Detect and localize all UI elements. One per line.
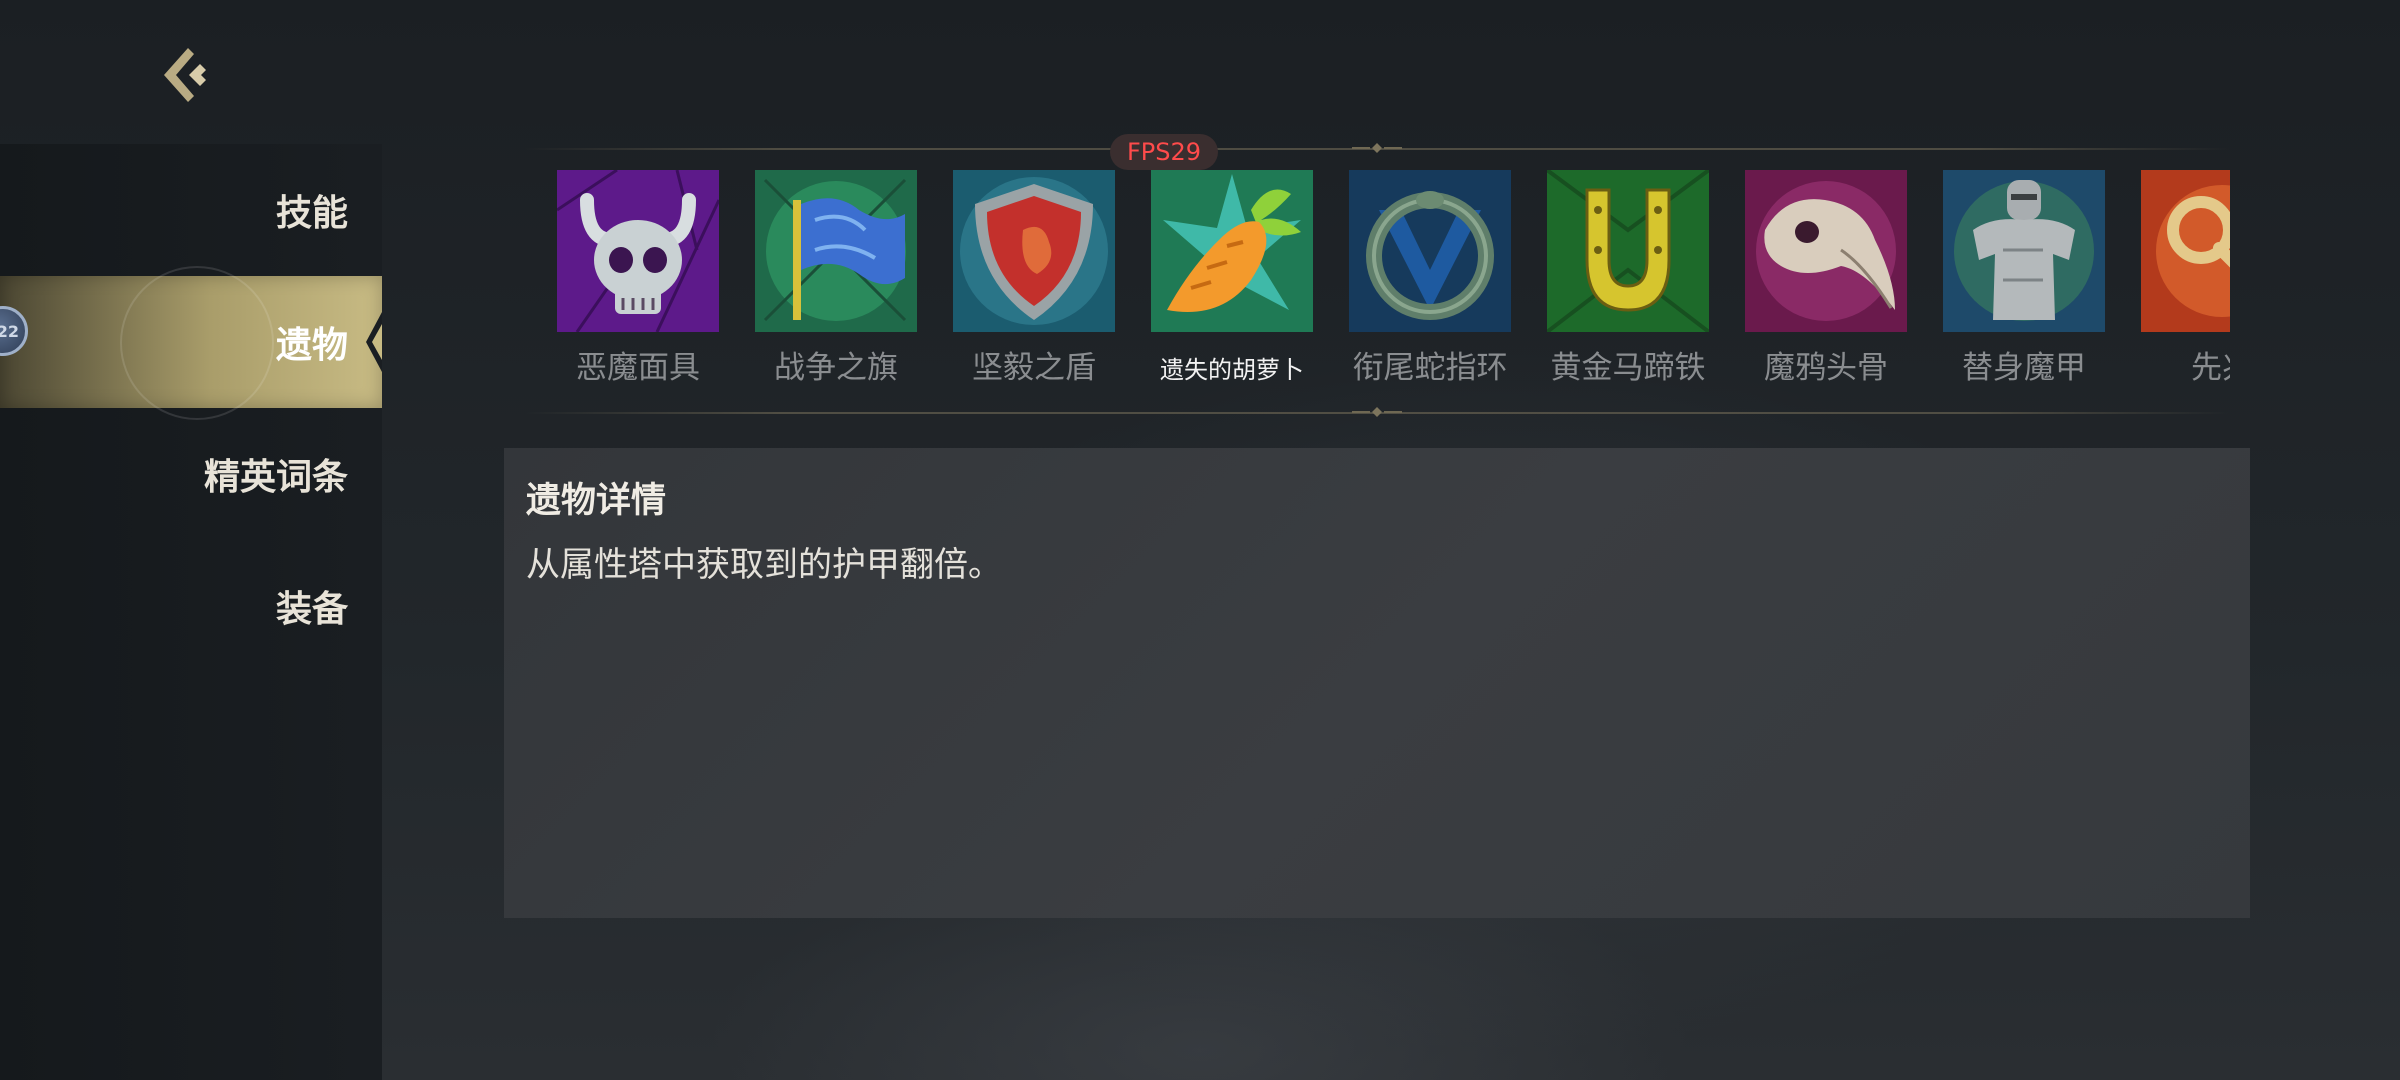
relic-item[interactable]: 恶魔面具	[548, 170, 728, 400]
back-button[interactable]	[150, 40, 220, 110]
relic-name: 先兆	[2191, 350, 2230, 386]
sidebar-item-elite-affixes[interactable]: 精英词条	[0, 408, 382, 540]
relic-item[interactable]: 魔鸦头骨	[1736, 170, 1916, 400]
carrot-icon	[1151, 170, 1313, 332]
relic-detail-panel: 遗物详情 从属性塔中获取到的护甲翻倍。	[504, 448, 2250, 918]
sidebar-item-label: 装备	[275, 589, 348, 630]
relic-name: 魔鸦头骨	[1764, 350, 1888, 386]
detail-title: 遗物详情	[526, 481, 667, 521]
horseshoe-icon	[1547, 170, 1709, 332]
sidebar-item-equipment[interactable]: 装备	[0, 540, 382, 672]
armor-icon	[1943, 170, 2105, 332]
war-flag-icon	[755, 170, 917, 332]
relic-item[interactable]: 遗失的胡萝卜	[1142, 170, 1322, 400]
sidebar-item-relics[interactable]: 22 遗物	[0, 266, 382, 420]
relic-name: 恶魔面具	[576, 350, 700, 386]
fps-counter: FPS29	[1110, 134, 1218, 170]
relic-item[interactable]: 黄金马蹄铁	[1538, 170, 1718, 400]
active-marker-icon	[366, 312, 382, 372]
demon-skull-icon	[557, 170, 719, 332]
relic-item[interactable]: 替身魔甲	[1934, 170, 2114, 400]
relic-item[interactable]: 坚毅之盾	[944, 170, 1124, 400]
relic-item[interactable]: 先兆	[2132, 170, 2230, 400]
sidebar-item-label: 技能	[275, 193, 348, 234]
sidebar-item-label: 遗物	[275, 325, 348, 366]
game-screen: 技能 22 遗物 精英词条 装备 恶魔面具 战争之旗 坚毅之盾 遗失的胡萝卜 衔…	[0, 0, 2400, 1080]
relic-name: 替身魔甲	[1962, 350, 2086, 386]
relic-name: 黄金马蹄铁	[1550, 350, 1706, 386]
back-arrow-icon	[164, 48, 206, 102]
ornament-icon	[1352, 143, 1402, 153]
relic-list[interactable]: 恶魔面具 战争之旗 坚毅之盾 遗失的胡萝卜 衔尾蛇指环 黄金马蹄铁 魔鸦头骨 替…	[524, 170, 2230, 410]
relic-item[interactable]: 衔尾蛇指环	[1340, 170, 1520, 400]
relic-strip: 恶魔面具 战争之旗 坚毅之盾 遗失的胡萝卜 衔尾蛇指环 黄金马蹄铁 魔鸦头骨 替…	[524, 143, 2230, 418]
relic-name: 遗失的胡萝卜	[1160, 356, 1304, 384]
sidebar-item-skills[interactable]: 技能	[0, 144, 382, 276]
category-sidebar: 技能 22 遗物 精英词条 装备	[0, 144, 382, 1080]
raven-skull-icon	[1745, 170, 1907, 332]
shield-icon	[953, 170, 1115, 332]
relic-name: 衔尾蛇指环	[1352, 350, 1508, 386]
relic-item[interactable]: 战争之旗	[746, 170, 926, 400]
relic-name: 坚毅之盾	[972, 350, 1096, 386]
relic-name: 战争之旗	[774, 350, 898, 386]
key-icon	[2141, 170, 2230, 332]
ornament-icon	[1352, 407, 1402, 417]
level-badge: 22	[0, 306, 28, 356]
sidebar-item-label: 精英词条	[203, 457, 348, 498]
detail-description: 从属性塔中获取到的护甲翻倍。	[526, 545, 1002, 585]
ouroboros-ring-icon	[1349, 170, 1511, 332]
